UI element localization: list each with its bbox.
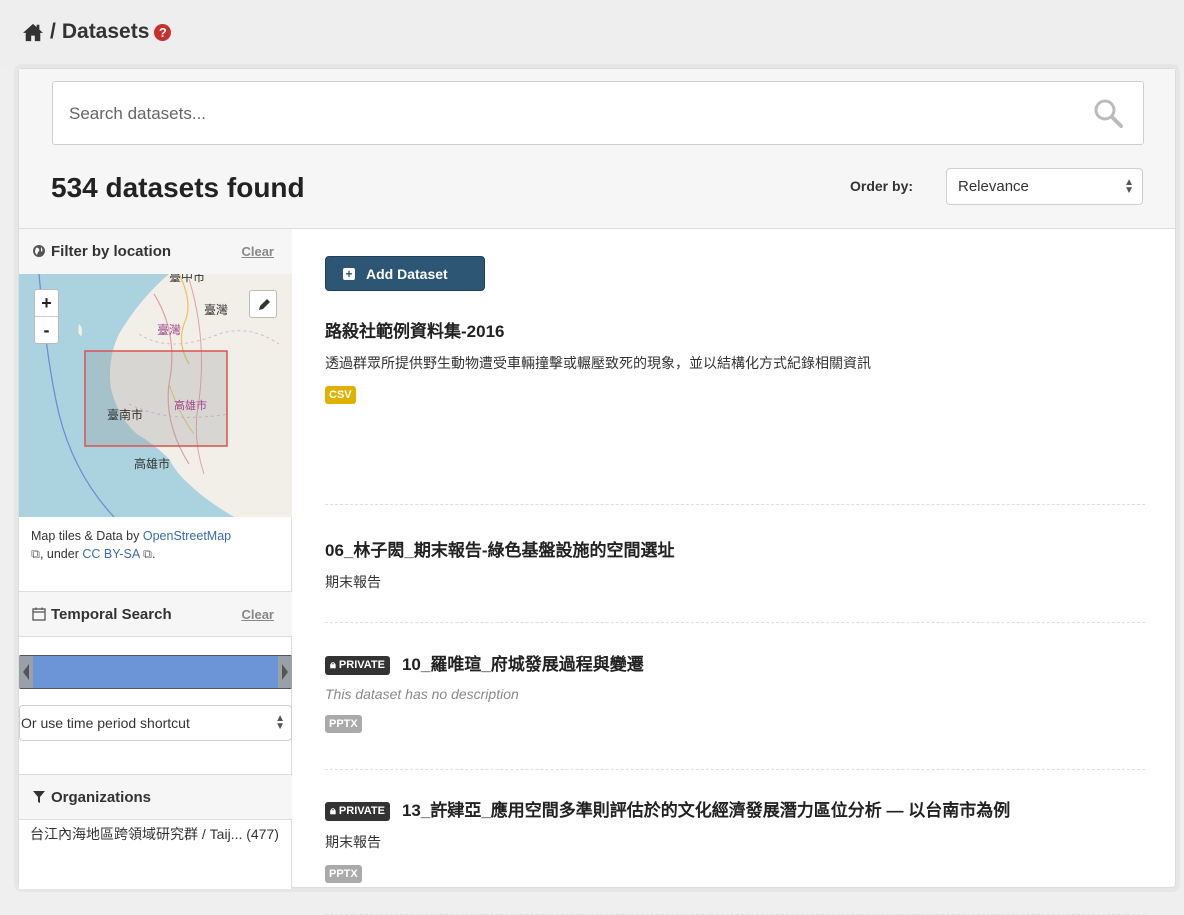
time-shortcut-select[interactable]: Or use time period shortcut ▲ ▼ <box>19 705 292 741</box>
attribution-suffix: . <box>151 547 156 561</box>
zoom-out-button[interactable]: - <box>35 317 58 344</box>
dataset-title[interactable]: 路殺社範例資料集-2016 <box>325 317 1145 342</box>
dataset-item: 🔒︎ PRIVATE 10_羅唯瑄_府城發展過程與變遷 This dataset … <box>325 650 1145 733</box>
dataset-description: 期末報告 <box>325 834 381 850</box>
private-label: PRIVATE <box>338 659 385 671</box>
dataset-description: This dataset has no description <box>325 686 519 702</box>
temporal-clear-link[interactable]: Clear <box>241 607 274 622</box>
location-filter-title: Filter by location <box>51 243 172 260</box>
search-placeholder: Search datasets... <box>69 104 207 123</box>
time-shortcut-value: Or use time period shortcut <box>21 715 190 731</box>
private-badge: 🔒︎ PRIVATE <box>325 656 390 675</box>
map-attribution: Map tiles & Data by OpenStreetMap ⧉, und… <box>31 527 281 563</box>
attribution-mid: , under <box>39 547 83 561</box>
temporal-search-title: Temporal Search <box>51 606 172 623</box>
organizations-header: Organizations <box>19 774 292 820</box>
attribution-prefix: Map tiles & Data by <box>31 529 143 543</box>
map-label-taichung: 臺中市 <box>169 274 205 284</box>
external-link-icon: ⧉ <box>143 547 152 561</box>
search-input[interactable]: Search datasets... <box>52 81 1144 145</box>
location-filter-header: Filter by location Clear <box>19 229 292 275</box>
order-by-select[interactable]: Relevance ▲ ▼ <box>946 168 1143 205</box>
dataset-divider <box>325 769 1145 770</box>
zoom-in-button[interactable]: + <box>35 290 58 317</box>
dataset-title-row: 🔒︎ PRIVATE 10_羅唯瑄_府城發展過程與變遷 <box>325 650 1145 675</box>
organization-item[interactable]: 台江內海地區跨領域研究群 / Taij... (477) <box>30 825 285 844</box>
lock-icon: 🔒︎ <box>330 805 336 817</box>
breadcrumb: / Datasets ? <box>22 20 172 44</box>
organizations-title: Organizations <box>51 789 152 806</box>
top-bar: / Datasets ? <box>0 0 1184 66</box>
filter-icon <box>33 791 45 803</box>
map-zoom-control: + - <box>34 289 59 344</box>
lock-icon: 🔒︎ <box>330 659 336 671</box>
dataset-divider <box>325 504 1145 505</box>
dataset-description: 期末報告 <box>325 574 381 590</box>
format-badge-csv[interactable]: CSV <box>325 386 356 404</box>
time-range-slider[interactable] <box>19 653 292 691</box>
pencil-icon <box>259 299 270 310</box>
select-caret-icon: ▲ ▼ <box>275 713 285 732</box>
map-label-kaohsiung-2: 高雄市 <box>134 456 170 471</box>
dataset-title[interactable]: 13_許肄亞_應用空間多準則評估於的文化經濟發展潛力區位分析 — 以台南市為例 <box>402 801 1010 820</box>
datasets-panel: Search datasets... 534 datasets found Or… <box>18 68 1176 915</box>
search-icon[interactable] <box>1093 98 1123 128</box>
select-caret-icon: ▲ ▼ <box>1124 177 1134 196</box>
dataset-title[interactable]: 06_林子閎_期末報告-綠色基盤設施的空間選址 <box>325 536 1145 561</box>
external-link-icon: ⧉ <box>31 547 40 561</box>
sidebar: Filter by location Clear 臺中市 臺灣 臺灣 臺南市 高… <box>19 229 292 889</box>
breadcrumb-current[interactable]: Datasets <box>62 20 150 44</box>
location-map[interactable]: 臺中市 臺灣 臺灣 臺南市 高雄市 高雄市 + - <box>19 274 292 517</box>
dataset-title[interactable]: 10_羅唯瑄_府城發展過程與變遷 <box>402 655 644 674</box>
map-draw-button[interactable] <box>249 290 277 318</box>
map-label-taiwan-2: 臺灣 <box>157 322 181 337</box>
location-clear-link[interactable]: Clear <box>241 244 274 259</box>
dataset-description: 透過群眾所提供野生動物遭受車輛撞擊或輾壓致死的現象，並以結構化方式紀錄相關資訊 <box>325 355 871 371</box>
calendar-icon <box>32 607 46 621</box>
dataset-item: 🔒︎ PRIVATE 13_許肄亞_應用空間多準則評估於的文化經濟發展潛力區位分析… <box>325 796 1145 883</box>
map-label-taiwan-1: 臺灣 <box>204 302 228 317</box>
dataset-item: 路殺社範例資料集-2016 透過群眾所提供野生動物遭受車輛撞擊或輾壓致死的現象，… <box>325 317 1145 404</box>
globe-icon <box>33 245 45 257</box>
question-circle-icon[interactable]: ? <box>154 23 172 41</box>
format-badge-pptx[interactable]: PPTX <box>325 865 362 883</box>
breadcrumb-separator: / <box>50 20 56 43</box>
plus-square-icon: + <box>343 268 355 280</box>
order-by-label: Order by: <box>850 178 914 194</box>
openstreetmap-link[interactable]: OpenStreetMap <box>143 529 231 543</box>
search-header: Search datasets... 534 datasets found Or… <box>19 69 1175 229</box>
add-dataset-label: Add Dataset <box>366 266 448 282</box>
results-count: 534 datasets found <box>51 172 305 203</box>
order-by-value: Relevance <box>958 178 1029 195</box>
dataset-list: + Add Dataset 路殺社範例資料集-2016 透過群眾所提供野生動物遭… <box>325 229 1145 915</box>
private-badge: 🔒︎ PRIVATE <box>325 802 390 821</box>
time-slider-graphic <box>19 655 292 689</box>
temporal-search-header: Temporal Search Clear <box>19 591 292 637</box>
cc-by-sa-link[interactable]: CC BY-SA <box>82 547 139 561</box>
map-label-tainan: 臺南市 <box>107 407 143 422</box>
dataset-divider <box>325 622 1145 623</box>
dataset-item: 06_林子閎_期末報告-綠色基盤設施的空間選址 期末報告 <box>325 536 1145 592</box>
map-label-kaohsiung-1: 高雄市 <box>174 398 207 412</box>
home-icon[interactable] <box>22 22 44 42</box>
dataset-title-row: 🔒︎ PRIVATE 13_許肄亞_應用空間多準則評估於的文化經濟發展潛力區位分析… <box>325 796 1145 821</box>
add-dataset-button[interactable]: + Add Dataset <box>325 256 485 291</box>
private-label: PRIVATE <box>338 805 385 817</box>
format-badge-pptx[interactable]: PPTX <box>325 715 362 733</box>
